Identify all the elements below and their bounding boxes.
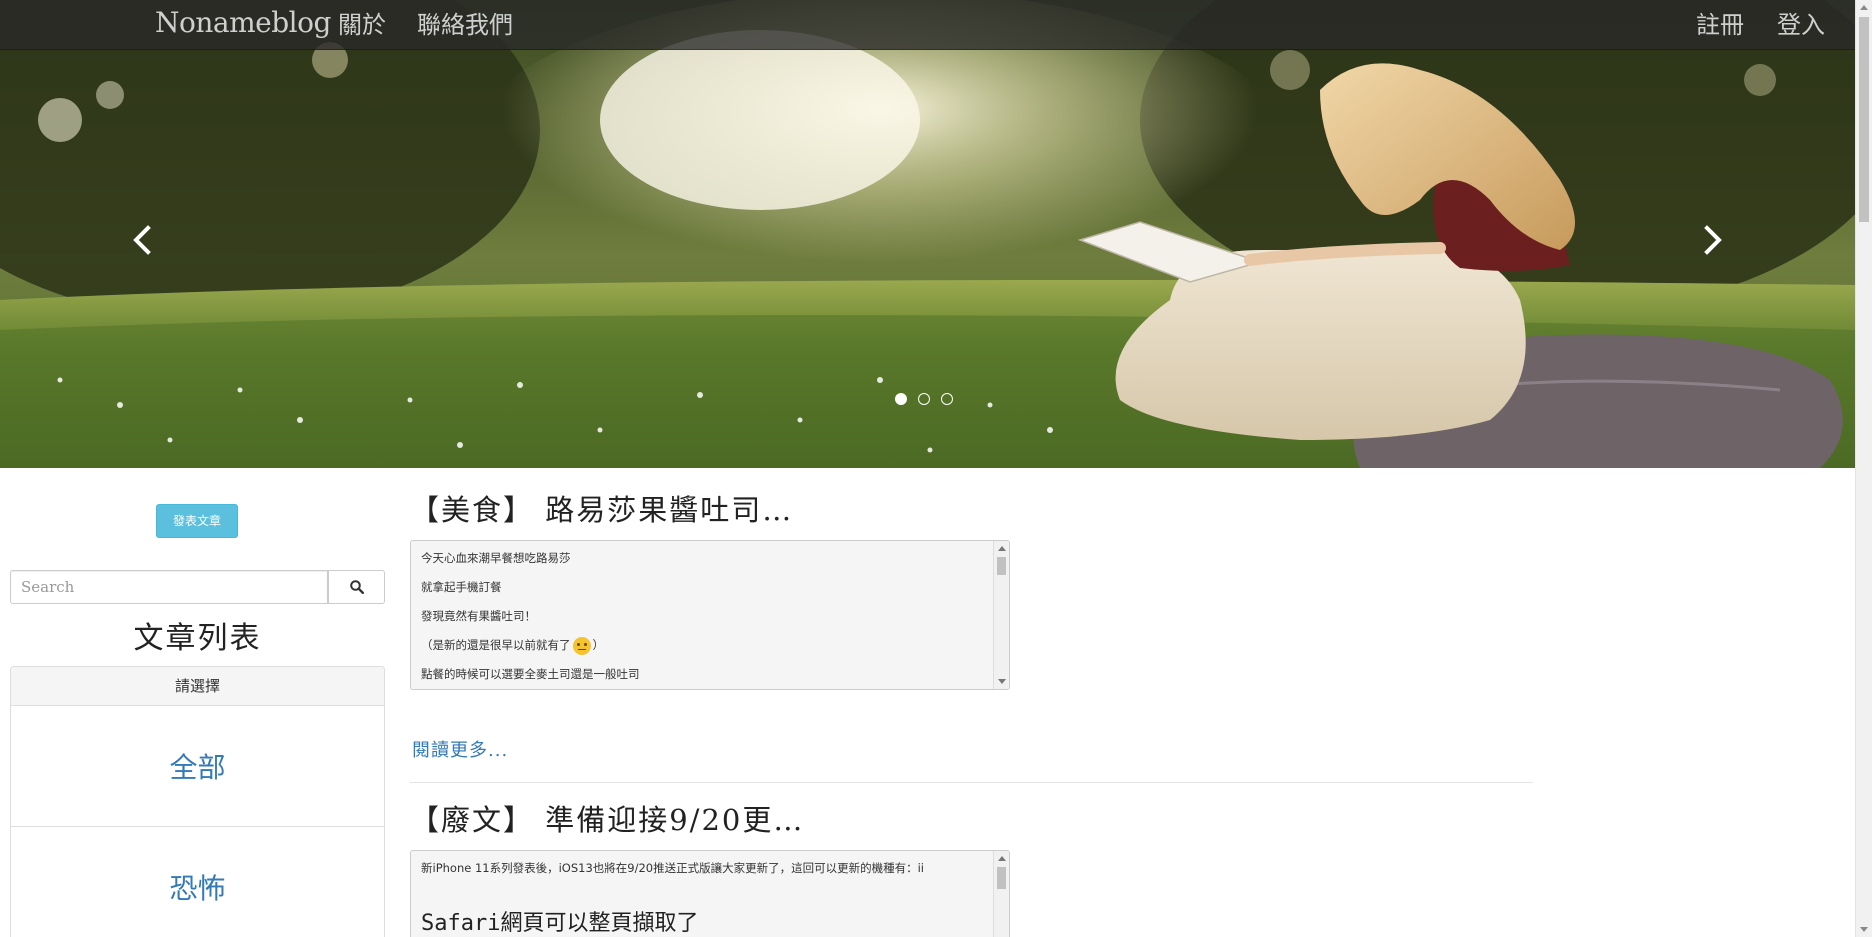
scroll-thumb[interactable] [997,867,1006,889]
brand-link[interactable]: Nonameblog [155,8,331,38]
category-panel: 請選擇 全部 恐怖 [10,666,385,937]
article-preview-line: 點餐的時候可以選要全麥土司還是一般吐司 [421,667,640,681]
post-article-button[interactable]: 發表文章 [156,504,238,538]
article-list-title: 文章列表 [133,621,262,656]
article-preview-line: 新iPhone 11系列發表後，iOS13也將在9/20推送正式版讓大家更新了，… [421,861,924,875]
scroll-down-arrow-icon[interactable] [1860,927,1868,932]
page-scroll-thumb[interactable] [1859,17,1869,222]
nav-about-link[interactable]: 關於 [338,10,386,40]
page-scrollbar[interactable] [1855,0,1872,937]
chevron-right-icon [1704,225,1722,255]
scroll-down-arrow-icon[interactable] [998,679,1006,684]
article-preview-line: 發現竟然有果醬吐司！ [421,609,536,623]
article-title[interactable]: 【美食】 路易莎果醬吐司… [410,490,793,530]
search-icon [349,580,364,594]
article-title[interactable]: 【廢文】 準備迎接9/20更… [410,800,804,840]
carousel-next-button[interactable] [1693,220,1733,260]
nav-register-link[interactable]: 註冊 [1696,10,1744,40]
category-panel-heading: 請選擇 [11,667,384,706]
article-divider [410,782,1533,783]
carousel-indicator-3[interactable] [941,393,953,405]
category-item-horror[interactable]: 恐怖 [11,827,384,937]
article-preview-line: （是新的還是很早以前就有了 ） [411,631,1009,660]
carousel-prev-button[interactable] [122,220,162,260]
hero-carousel [0,0,1855,468]
top-navbar: Nonameblog 關於 聯絡我們 註冊 登入 [0,0,1855,50]
nav-login-link[interactable]: 登入 [1777,10,1825,40]
scroll-thumb[interactable] [997,557,1006,575]
carousel-indicator-2[interactable] [918,393,930,405]
preview-scrollbar[interactable] [993,851,1009,937]
article-preview-text: ） [592,638,605,652]
preview-scrollbar[interactable] [993,541,1009,689]
article-preview-text: （是新的還是很早以前就有了 [421,638,571,652]
article-preview-line: 今天心血來潮早餐想吃路易莎 [421,551,571,565]
confused-face-emoji-icon [572,636,591,655]
scroll-up-arrow-icon[interactable] [998,546,1006,551]
read-more-link[interactable]: 閱讀更多... [412,736,508,762]
scroll-up-arrow-icon[interactable] [998,856,1006,861]
category-item-all[interactable]: 全部 [11,706,384,827]
search-input[interactable] [10,570,328,604]
article-preview-box[interactable]: 今天心血來潮早餐想吃路易莎 就拿起手機訂餐 發現竟然有果醬吐司！ （是新的還是很… [410,540,1010,690]
article-preview-box[interactable]: 新iPhone 11系列發表後，iOS13也將在9/20推送正式版讓大家更新了，… [410,850,1010,937]
chevron-left-icon [133,225,151,255]
nav-contact-link[interactable]: 聯絡我們 [417,10,513,40]
search-button[interactable] [328,570,385,604]
carousel-indicators [895,393,953,405]
article-preview-line: 就拿起手機訂餐 [421,580,502,594]
carousel-indicator-1[interactable] [895,393,907,405]
article-preview-heading: Safari網頁可以整頁擷取了 [421,911,699,936]
scroll-up-arrow-icon[interactable] [1860,5,1868,10]
